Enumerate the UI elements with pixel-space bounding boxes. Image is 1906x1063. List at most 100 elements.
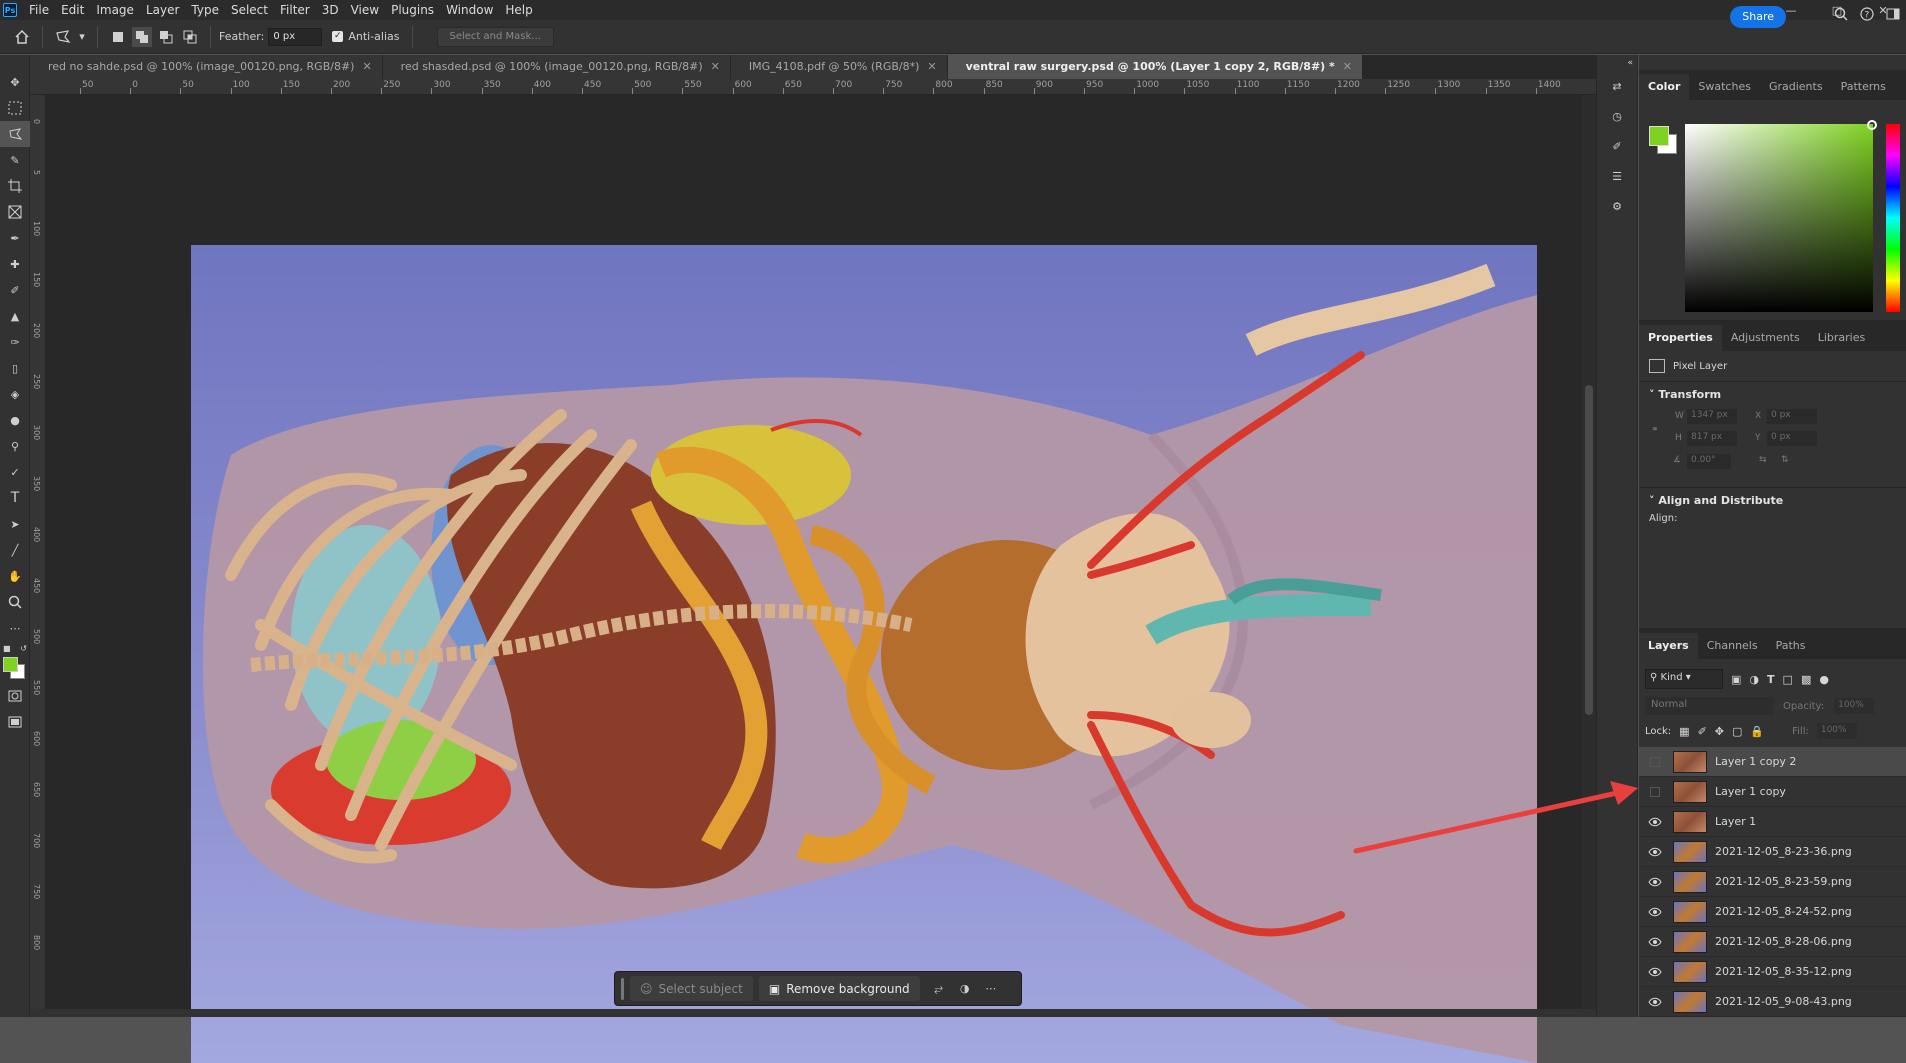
eyedropper-tool-icon[interactable]: ✒	[0, 225, 30, 251]
ruler-horizontal[interactable]: 50 0 50 100 150 200 250 300 350 400 450 500 550 600 65…	[30, 79, 1596, 95]
pen-tool-icon[interactable]: ✓	[0, 459, 30, 485]
clone-stamp-tool-icon[interactable]: ▲	[0, 303, 30, 329]
screen-mode-icon[interactable]	[0, 709, 30, 735]
layer-row[interactable]: 2021-12-05_8-23-59.png	[1639, 867, 1906, 897]
eye-icon[interactable]	[1647, 874, 1663, 890]
layer-row[interactable]: 2021-12-05_8-24-52.png	[1639, 897, 1906, 927]
eye-icon[interactable]	[1647, 814, 1663, 830]
hand-tool-icon[interactable]: ✋	[0, 563, 30, 589]
tab-swatches[interactable]: Swatches	[1689, 74, 1760, 100]
eye-hidden-icon[interactable]	[1647, 754, 1663, 770]
hue-slider[interactable]	[1886, 124, 1900, 312]
arrange-icon[interactable]: ⇄	[1597, 71, 1637, 101]
tab-properties[interactable]: Properties	[1639, 325, 1722, 351]
lock-all-icon[interactable]: 🔒	[1750, 725, 1764, 738]
lock-position-icon[interactable]: ✥	[1715, 725, 1724, 738]
menu-layer[interactable]: Layer	[140, 0, 185, 20]
menu-file[interactable]: File	[23, 0, 55, 20]
foreground-color-swatch[interactable]	[1649, 126, 1669, 146]
adjustment-icon[interactable]: ◑	[952, 976, 978, 1001]
menu-filter[interactable]: Filter	[274, 0, 316, 20]
filter-type-icon[interactable]: T	[1767, 673, 1775, 686]
lasso-tool-icon[interactable]	[0, 121, 30, 147]
new-selection-icon[interactable]	[108, 27, 128, 47]
photoshop-logo-icon[interactable]: Ps	[3, 3, 17, 17]
collapse-icon[interactable]: «	[1597, 55, 1637, 71]
chevron-down-icon[interactable]: ▾	[77, 27, 87, 47]
select-subject-button[interactable]: ☺ Select subject	[630, 976, 753, 1001]
tab-ventral-raw-surgery[interactable]: ventral raw surgery.psd @ 100% (Layer 1 …	[947, 55, 1363, 79]
close-icon[interactable]: ✕	[362, 55, 371, 79]
menu-3d[interactable]: 3D	[316, 0, 345, 20]
blend-mode-select[interactable]: Normal	[1645, 697, 1773, 715]
scrollbar-thumb[interactable]	[1585, 385, 1593, 715]
help-icon[interactable]: ?	[1860, 7, 1874, 24]
lock-transparent-icon[interactable]: ▦	[1679, 725, 1689, 738]
layer-row[interactable]: 2021-12-05_8-28-06.png	[1639, 927, 1906, 957]
search-icon[interactable]	[1834, 7, 1848, 24]
subtract-from-selection-icon[interactable]	[156, 27, 176, 47]
select-and-mask-button[interactable]: Select and Mask...	[436, 26, 554, 47]
kind-filter-select[interactable]: ⚲ Kind ▾	[1645, 669, 1723, 689]
lock-artboard-icon[interactable]: ▢	[1732, 725, 1742, 738]
close-icon[interactable]: ✕	[711, 55, 720, 79]
intersect-selection-icon[interactable]	[180, 27, 200, 47]
more-tools-icon[interactable]: ⋯	[0, 615, 30, 641]
antialias-checkbox[interactable]: ✓	[332, 31, 344, 42]
menu-help[interactable]: Help	[499, 0, 538, 20]
marquee-tool-icon[interactable]	[0, 95, 30, 121]
canvas-area[interactable]	[46, 95, 1638, 1063]
tab-patterns[interactable]: Patterns	[1832, 74, 1895, 100]
height-field[interactable]: 817 px	[1687, 431, 1737, 446]
zoom-tool-icon[interactable]	[0, 589, 30, 615]
lock-pixels-icon[interactable]: ✐	[1698, 725, 1707, 738]
eye-icon[interactable]	[1647, 994, 1663, 1010]
filter-pixel-icon[interactable]: ▣	[1731, 673, 1741, 686]
flip-vertical-icon[interactable]: ⇅	[1781, 455, 1789, 465]
line-tool-icon[interactable]: ╱	[0, 537, 30, 563]
close-icon[interactable]: ✕	[927, 55, 936, 79]
tab-libraries[interactable]: Libraries	[1809, 325, 1875, 351]
workspace-icon[interactable]	[1886, 7, 1900, 24]
color-picker-handle[interactable]	[1867, 120, 1877, 130]
brush-tool-icon[interactable]: ✐	[0, 277, 30, 303]
more-options-icon[interactable]: ⋯	[978, 976, 1004, 1001]
filter-adjustment-icon[interactable]: ◑	[1749, 673, 1759, 686]
adjustments-icon[interactable]: ☰	[1597, 161, 1637, 191]
tab-color[interactable]: Color	[1639, 74, 1690, 100]
link-icon[interactable]: ⚭	[1651, 425, 1659, 435]
history-icon[interactable]: ◷	[1597, 101, 1637, 131]
brush-settings-icon[interactable]: ✐	[1597, 131, 1637, 161]
menu-window[interactable]: Window	[440, 0, 499, 20]
layer-row[interactable]: 2021-12-05_9-08-43.png	[1639, 987, 1906, 1017]
tab-paths[interactable]: Paths	[1767, 633, 1815, 659]
menu-image[interactable]: Image	[90, 0, 140, 20]
quick-mask-icon[interactable]	[0, 683, 30, 709]
menu-type[interactable]: Type	[185, 0, 225, 20]
remove-background-button[interactable]: ▣ Remove background	[758, 976, 920, 1001]
swap-colors-icon[interactable]: ■ ↺	[0, 641, 30, 655]
angle-field[interactable]: 0.00°	[1687, 454, 1731, 469]
fill-field[interactable]: 100%	[1816, 723, 1857, 739]
properties-icon[interactable]: ⚙	[1597, 191, 1637, 221]
type-tool-icon[interactable]: T	[0, 485, 30, 511]
menu-plugins[interactable]: Plugins	[385, 0, 440, 20]
crop-tool-icon[interactable]	[0, 173, 30, 199]
eye-hidden-icon[interactable]	[1647, 784, 1663, 800]
width-field[interactable]: 1347 px	[1687, 409, 1737, 424]
eye-icon[interactable]	[1647, 964, 1663, 980]
blur-tool-icon[interactable]: ●	[0, 407, 30, 433]
filter-smart-object-icon[interactable]: ▩	[1801, 673, 1811, 686]
eraser-tool-icon[interactable]: ▯	[0, 355, 30, 381]
tab-gradients[interactable]: Gradients	[1760, 74, 1832, 100]
menu-select[interactable]: Select	[225, 0, 274, 20]
drag-handle-icon[interactable]	[621, 977, 624, 1000]
paint-bucket-tool-icon[interactable]: ◈	[0, 381, 30, 407]
flip-horizontal-icon[interactable]: ⇆	[1759, 455, 1767, 465]
y-field[interactable]: 0 px	[1767, 431, 1817, 446]
frame-tool-icon[interactable]	[0, 199, 30, 225]
menu-edit[interactable]: Edit	[55, 0, 90, 20]
history-brush-tool-icon[interactable]: ✑	[0, 329, 30, 355]
layer-row[interactable]: Layer 1	[1639, 807, 1906, 837]
layer-row[interactable]: 2021-12-05_8-23-36.png	[1639, 837, 1906, 867]
